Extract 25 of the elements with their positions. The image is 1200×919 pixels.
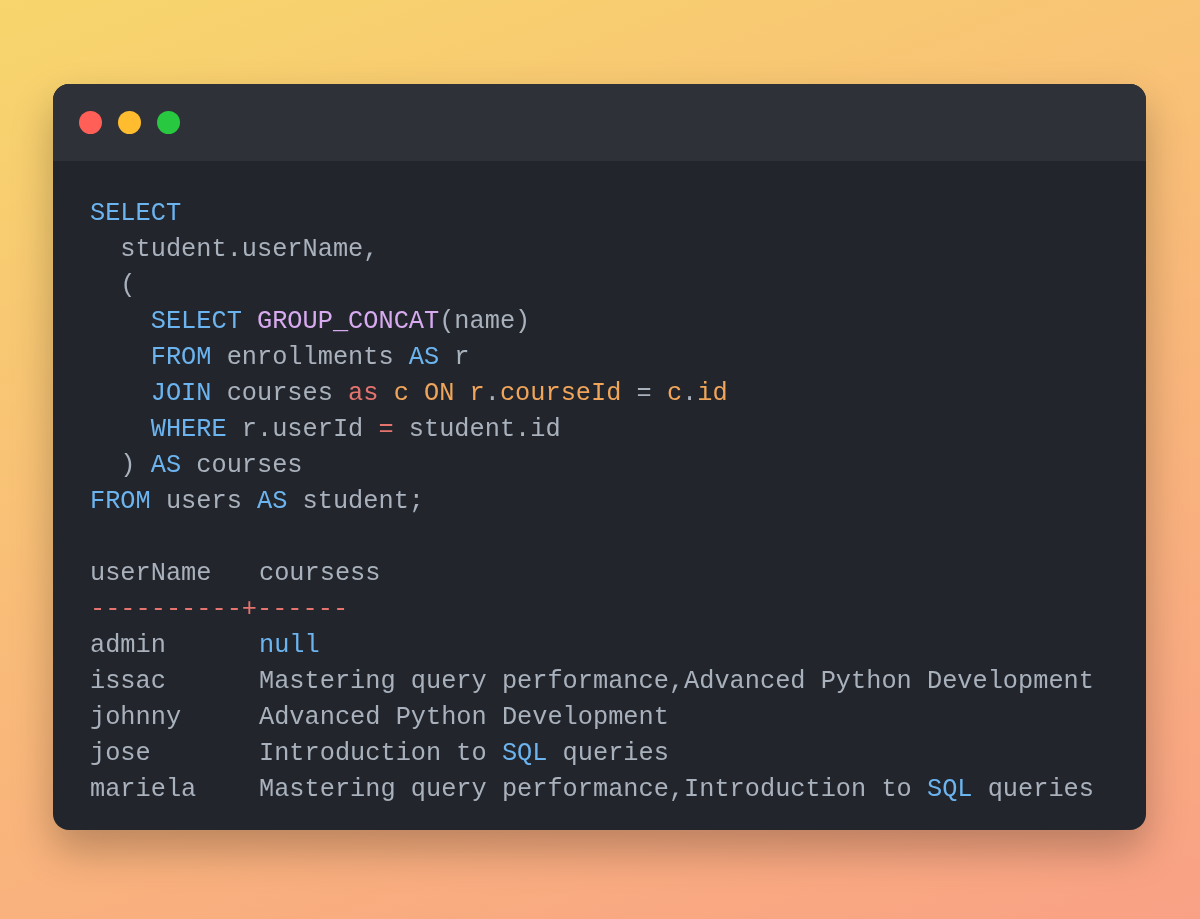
code-line: FROM enrollments AS r — [149, 342, 471, 374]
code-line: WHERE r.userId = student.id — [149, 414, 562, 446]
column-header: userName — [90, 558, 213, 590]
table-cell-text: Mastering query performance,Advanced Python Development — [259, 666, 1094, 698]
code-line: FROM users AS student; — [90, 486, 425, 518]
close-button[interactable] — [79, 111, 102, 134]
table-cell-text: issac — [90, 666, 167, 698]
code-line: SELECT GROUP_CONCAT(name) — [149, 306, 532, 338]
code-line: student.userName, — [119, 234, 380, 266]
table-cell-text: johnny — [90, 702, 183, 734]
table-cell-text: Mastering query performance,Introduction to SQL queries — [259, 774, 1094, 806]
table-cell-text: admin — [90, 630, 167, 662]
column-header: coursess — [259, 558, 381, 590]
table-separator: ----------+------ — [90, 594, 350, 626]
table-cell-text: jose — [90, 738, 152, 770]
maximize-button[interactable] — [157, 111, 180, 134]
table-cell-text: Advanced Python Development — [259, 702, 669, 734]
table-cell-text: Introduction to SQL queries — [259, 738, 669, 770]
code-line: ) AS courses — [119, 450, 304, 482]
minimize-button[interactable] — [118, 111, 141, 134]
code-line: SELECT — [90, 198, 183, 230]
code-line: ( — [119, 270, 137, 302]
code-line: JOIN courses as c ON r.courseId = c.id — [149, 378, 729, 410]
table-cell-text: null — [259, 630, 320, 662]
table-cell-text: mariela — [90, 774, 198, 806]
